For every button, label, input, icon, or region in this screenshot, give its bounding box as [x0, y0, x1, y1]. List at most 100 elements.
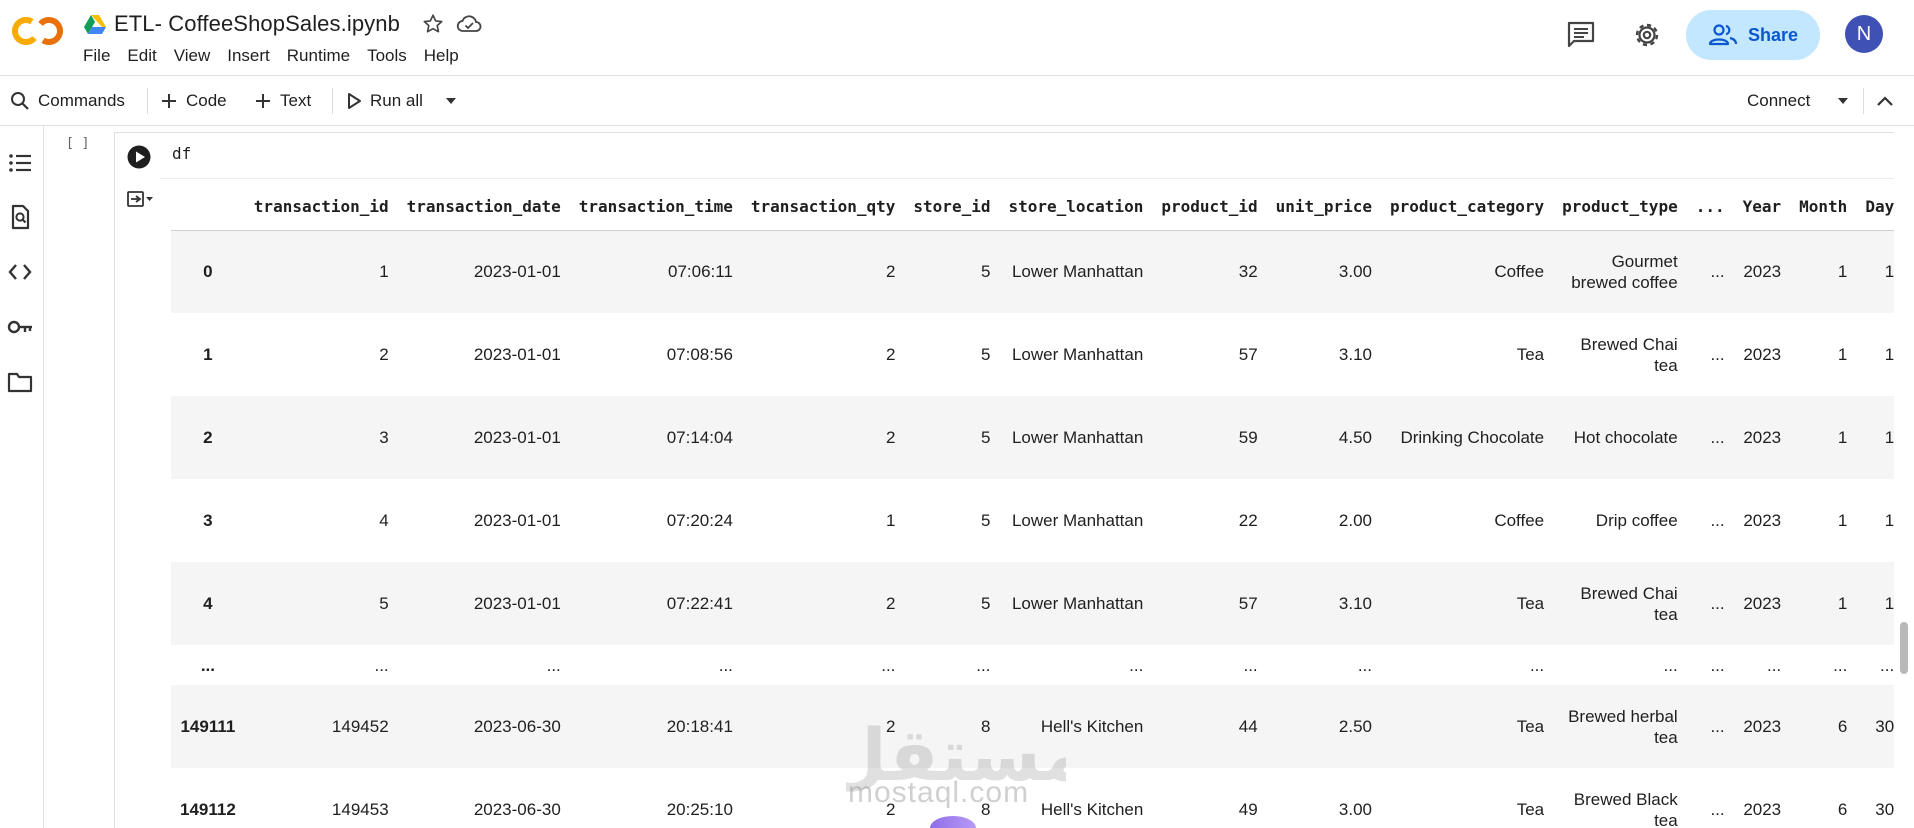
table-row: 149112 149453 2023-06-30 20:25:10 2 8 Hell's K…	[171, 768, 1894, 828]
share-button[interactable]: Share	[1686, 10, 1820, 60]
share-label: Share	[1748, 24, 1799, 45]
collapse-header-button[interactable]	[1876, 76, 1902, 126]
run-all-dropdown[interactable]	[444, 76, 466, 126]
cell-product-type: Drip coffee	[1595, 511, 1678, 530]
code-snippets-icon[interactable]	[7, 259, 33, 285]
cell-month: 1	[1837, 345, 1848, 364]
col-header-transaction-id: transaction_id	[244, 184, 398, 231]
cell-unit-price: 4.50	[1338, 428, 1372, 447]
notebook-title[interactable]: ETL- CoffeeShopSales.ipynb	[114, 11, 400, 37]
toolbar-divider	[1863, 88, 1864, 114]
menu-runtime[interactable]: Runtime	[287, 46, 350, 66]
cell-product-id: 57	[1238, 345, 1258, 364]
cell-store-location: Hell's Kitchen	[1040, 800, 1144, 819]
gear-icon[interactable]	[1632, 20, 1662, 50]
cell-store-location: Hell's Kitchen	[1040, 717, 1144, 736]
connect-label: Connect	[1747, 91, 1811, 110]
cell-ellipsis: ...	[1710, 345, 1725, 364]
vertical-scrollbar[interactable]	[1900, 622, 1908, 674]
connect-dropdown[interactable]	[1836, 76, 1858, 126]
connect-button[interactable]: Connect	[1747, 76, 1810, 126]
cell-product-category: Tea	[1516, 594, 1545, 613]
cell-day: 1	[1884, 262, 1894, 282]
col-header-product-category: product_category	[1380, 184, 1554, 231]
cell-store-id: 5	[981, 262, 991, 282]
cell-year: 2023	[1743, 717, 1782, 736]
col-header-month: Month	[1790, 184, 1857, 231]
cell-store-location: Lower Manhattan	[1011, 345, 1144, 364]
menu-bar: File Edit View Insert Runtime Tools Help	[83, 46, 476, 66]
output-actions-icon[interactable]	[126, 188, 154, 212]
cell-product-id: ...	[1243, 655, 1258, 675]
search-icon	[11, 92, 29, 110]
cell-transaction-qty: 2	[885, 428, 896, 447]
cell-product-id: 49	[1238, 800, 1258, 819]
toolbar-divider	[332, 88, 333, 114]
run-all-button[interactable]: Run all	[346, 76, 423, 126]
key-icon[interactable]	[7, 314, 33, 340]
menu-edit[interactable]: Edit	[127, 46, 156, 66]
menu-tools[interactable]: Tools	[367, 46, 407, 66]
cell-product-type: Brewed Chai tea	[1580, 334, 1678, 375]
table-of-contents-icon[interactable]	[7, 150, 33, 176]
app-header: ETL- CoffeeShopSales.ipynb File Edit Vie…	[0, 0, 1914, 76]
avatar[interactable]: N	[1845, 15, 1883, 53]
people-icon	[1708, 24, 1738, 46]
cell-product-id: 32	[1238, 262, 1258, 282]
cell-unit-price: 2.00	[1338, 511, 1372, 530]
cell-transaction-date: 2023-01-01	[473, 594, 561, 613]
cell-transaction-time: 20:18:41	[666, 717, 733, 736]
menu-file[interactable]: File	[83, 46, 110, 66]
cell-transaction-time: ...	[718, 655, 733, 675]
col-header-transaction-date: transaction_date	[397, 184, 570, 231]
cell-store-location: Lower Manhattan	[1011, 428, 1144, 447]
google-drive-icon[interactable]	[84, 14, 106, 34]
cell-index: 149111	[180, 717, 236, 736]
cloud-saved-icon[interactable]	[456, 13, 482, 35]
ellipsis-row: ........................................…	[171, 645, 1894, 685]
commands-button[interactable]: Commands	[10, 76, 125, 126]
cell-transaction-id: 5	[379, 594, 389, 613]
menu-insert[interactable]: Insert	[227, 46, 270, 66]
cell-unit-price: 3.10	[1338, 345, 1372, 364]
plus-icon	[256, 94, 270, 108]
cell-unit-price: 3.00	[1338, 800, 1372, 819]
cell-year: 2023	[1743, 594, 1782, 613]
star-icon[interactable]	[422, 13, 444, 35]
cell-transaction-date: 2023-01-01	[473, 428, 561, 447]
add-text-button[interactable]: Text	[254, 76, 311, 126]
cell-day: 30	[1875, 800, 1894, 819]
menu-view[interactable]: View	[174, 46, 211, 66]
find-in-page-icon[interactable]	[7, 204, 33, 230]
cell-transaction-id: 3	[379, 428, 389, 447]
table-row: 4 5 2023-01-01 07:22:41 2 5 Lower Manhattan 57 3…	[171, 562, 1894, 645]
cell-product-category: Drinking Chocolate	[1400, 428, 1545, 447]
play-icon	[348, 93, 361, 109]
cell-store-id: ...	[976, 655, 991, 675]
col-header-store-id: store_id	[904, 184, 1000, 231]
cell-transaction-date: ...	[546, 655, 561, 675]
notebook-toolbar: Commands Code Text Run all Connect	[0, 76, 1914, 126]
cell-transaction-id: 4	[379, 511, 389, 530]
code-input[interactable]: df	[172, 144, 191, 163]
cell-store-location: Lower Manhattan	[1011, 262, 1144, 282]
cell-day: 1	[1884, 428, 1894, 447]
add-code-button[interactable]: Code	[160, 76, 227, 126]
menu-help[interactable]: Help	[424, 46, 459, 66]
col-header-store-location: store_location	[999, 184, 1153, 231]
cell-product-category: Tea	[1516, 800, 1545, 819]
run-cell-button[interactable]	[126, 144, 152, 170]
cell-day: 30	[1875, 717, 1894, 736]
folder-icon[interactable]	[7, 369, 33, 395]
colab-logo[interactable]	[10, 12, 66, 50]
cell-transaction-time: 07:20:24	[666, 511, 733, 530]
cell-year: 2023	[1743, 262, 1782, 282]
cell-product-category: Tea	[1516, 345, 1545, 364]
cell-product-category: Coffee	[1494, 262, 1545, 282]
cell-transaction-date: 2023-01-01	[473, 345, 561, 364]
side-rail	[0, 126, 44, 828]
cell-transaction-qty: 2	[885, 594, 896, 613]
comment-icon[interactable]	[1566, 20, 1596, 48]
cell-transaction-id: ...	[374, 655, 389, 675]
cell-product-type: Gourmet brewed coffee	[1571, 251, 1678, 292]
